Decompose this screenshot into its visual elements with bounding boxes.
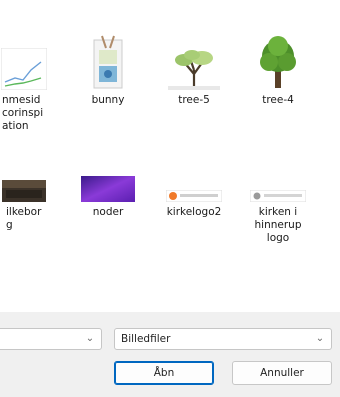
file-item-tree-4[interactable]: tree-4 xyxy=(236,28,320,107)
file-item-kirken-i-hinnerup-logo[interactable]: kirken i hinnerup logo xyxy=(236,148,320,245)
file-item-noder[interactable]: noder xyxy=(66,148,150,219)
cancel-button[interactable]: Annuller xyxy=(232,361,332,385)
chevron-down-icon[interactable]: ⌄ xyxy=(313,329,327,349)
file-name: kirkelogo2 xyxy=(166,206,222,218)
filetype-select[interactable]: Billedfiler ⌄ xyxy=(114,328,332,350)
filetype-value: Billedfiler xyxy=(121,333,171,345)
file-name: bunny xyxy=(91,94,125,106)
tree-image-icon xyxy=(236,28,320,90)
bunny-image-icon xyxy=(66,28,150,90)
file-name: tree-4 xyxy=(262,94,294,106)
chart-image-icon xyxy=(0,28,66,90)
file-name: kirken i hinnerup logo xyxy=(254,206,302,244)
file-name: nmesid corinspi ation xyxy=(2,94,44,132)
chevron-down-icon[interactable]: ⌄ xyxy=(83,329,97,349)
logo-image-icon xyxy=(236,148,320,202)
file-name: noder xyxy=(92,206,124,218)
open-button[interactable]: Åbn xyxy=(114,361,214,385)
purple-image-icon xyxy=(66,148,150,202)
file-name: tree-5 xyxy=(178,94,210,106)
file-name: ilkebor g xyxy=(6,206,42,231)
filename-field[interactable]: ⌄ xyxy=(0,328,102,350)
file-item-kirkelogo2[interactable]: kirkelogo2 xyxy=(152,148,236,219)
file-list: nmesid corinspi ation bunny tree-5 tree-… xyxy=(0,0,340,312)
file-item-tree-5[interactable]: tree-5 xyxy=(152,28,236,107)
tree-image-icon xyxy=(152,28,236,90)
file-item-bunny[interactable]: bunny xyxy=(66,28,150,107)
file-item-nmesid[interactable]: nmesid corinspi ation xyxy=(0,28,66,133)
dialog-footer: ⌄ Billedfiler ⌄ Åbn Annuller xyxy=(0,312,340,397)
photo-image-icon xyxy=(0,148,66,202)
logo-image-icon xyxy=(152,148,236,202)
file-item-ilkeborg[interactable]: ilkebor g xyxy=(0,148,66,232)
